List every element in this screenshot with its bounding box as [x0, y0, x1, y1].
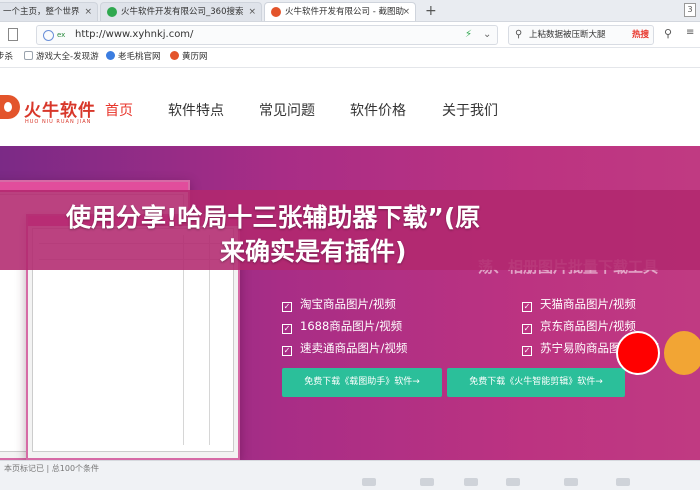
feature-label: 速卖通商品图片/视频 — [300, 341, 408, 355]
tab-close-icon[interactable]: × — [402, 3, 410, 21]
nav-faq[interactable]: 常见问题 — [259, 100, 315, 120]
site-header: 火牛软件 HUO NIU RUAN JIAN 首页 软件特点 常见问题 软件价格… — [0, 68, 700, 146]
globe-icon — [43, 30, 54, 41]
window-count-icon[interactable]: 3 — [684, 3, 696, 17]
headline-banner: 使用分享!哈局十三张辅助器下载”(原 来确实是有插件) — [0, 190, 700, 270]
nav-features[interactable]: 软件特点 — [168, 100, 224, 120]
page-icon — [8, 28, 18, 41]
search-suggestion[interactable]: 上粘数据被压断大腿 — [529, 26, 606, 44]
nav-about[interactable]: 关于我们 — [442, 100, 498, 120]
orange-circle-button[interactable] — [664, 331, 700, 375]
status-icon[interactable] — [564, 478, 578, 486]
search-favicon-icon — [107, 7, 117, 17]
logo-subtitle: HUO NIU RUAN JIAN — [25, 119, 92, 125]
tab-close-icon[interactable]: × — [84, 3, 92, 21]
feature-item: ✓ 天猫商品图片/视频 — [522, 296, 636, 312]
search-icon: ⚲ — [515, 29, 523, 40]
feature-item: ✓ 速卖通商品图片/视频 — [282, 340, 407, 356]
favorite-label: 老毛桃官网 — [118, 52, 161, 62]
logo-icon[interactable] — [0, 95, 20, 119]
site-favicon-icon — [106, 51, 115, 60]
favorite-item[interactable]: 黄历网 — [170, 48, 208, 67]
download-screenshot-helper-button[interactable]: 免费下载《载图助手》软件→ — [282, 368, 442, 397]
feature-item: ✓ 1688商品图片/视频 — [282, 318, 402, 334]
browser-tab-strip: 一个主页，整个世界 × 火牛软件开发有限公司_360搜索 × 火牛软件开发有限公… — [0, 0, 700, 22]
tab-home[interactable]: 一个主页，整个世界 × — [0, 2, 98, 21]
checkbox-icon: ✓ — [522, 324, 532, 334]
address-input[interactable]: ex http://www.xyhnkj.com/ ⚡ ⌄ — [36, 25, 498, 45]
search-input[interactable]: ⚲ 上粘数据被压断大腿 热搜 — [508, 25, 654, 45]
status-icon[interactable] — [362, 478, 376, 486]
checkbox-icon: ✓ — [282, 324, 292, 334]
status-bar: 本页标记已 | 总100个条件 — [0, 460, 700, 490]
favorite-label: 步杀 — [0, 52, 14, 62]
headline-line-1: 使用分享!哈局十三张辅助器下载”(原 — [66, 203, 481, 232]
status-icon[interactable] — [464, 478, 478, 486]
tab-search[interactable]: 火牛软件开发有限公司_360搜索 × — [100, 2, 262, 21]
status-icon[interactable] — [420, 478, 434, 486]
tab-label: 火牛软件开发有限公司 - 截图助 — [285, 7, 404, 17]
tab-close-icon[interactable]: × — [248, 3, 256, 21]
nav-pricing[interactable]: 软件价格 — [350, 100, 406, 120]
ex-badge: ex — [57, 31, 66, 39]
checkbox-icon: ✓ — [522, 302, 532, 312]
feature-item: ✓ 京东商品图片/视频 — [522, 318, 636, 334]
favorite-item[interactable]: 步杀 — [0, 48, 13, 67]
nav-home[interactable]: 首页 — [105, 100, 133, 120]
status-icon[interactable] — [506, 478, 520, 486]
feature-label: 天猫商品图片/视频 — [540, 297, 636, 311]
status-icons — [0, 475, 700, 489]
headline-line-2: 来确实是有插件) — [220, 237, 407, 266]
search-button[interactable]: ⚲ — [664, 27, 672, 40]
download-smart-editor-button[interactable]: 免费下载《火牛智能剪辑》软件→ — [447, 368, 625, 397]
favorite-item[interactable]: 游戏大全-发现游 — [24, 48, 99, 67]
feature-label: 1688商品图片/视频 — [300, 319, 403, 333]
folder-icon — [24, 51, 33, 60]
checkbox-icon: ✓ — [282, 346, 292, 356]
status-icon[interactable] — [616, 478, 630, 486]
tab-label: 一个主页，整个世界 — [3, 7, 80, 17]
address-bar-row: ex http://www.xyhnkj.com/ ⚡ ⌄ ⚲ 上粘数据被压断大… — [0, 22, 700, 48]
lightning-icon[interactable]: ⚡ — [465, 26, 472, 44]
site-favicon-icon — [271, 7, 281, 17]
url-text[interactable]: http://www.xyhnkj.com/ — [75, 26, 193, 44]
menu-icon[interactable]: ≡ — [686, 27, 700, 38]
new-tab-button[interactable]: + — [425, 2, 437, 20]
favorite-label: 游戏大全-发现游 — [36, 52, 99, 62]
favorite-label: 黄历网 — [182, 52, 208, 62]
logo-name[interactable]: 火牛软件 — [24, 96, 96, 121]
favorite-item[interactable]: 老毛桃官网 — [106, 48, 161, 67]
tab-current[interactable]: 火牛软件开发有限公司 - 截图助 × — [264, 2, 416, 21]
site-favicon-icon — [170, 51, 179, 60]
feature-label: 淘宝商品图片/视频 — [300, 297, 396, 311]
status-text: 本页标记已 | 总100个条件 — [4, 464, 100, 473]
favorites-bar: 步杀 游戏大全-发现游 老毛桃官网 黄历网 — [0, 48, 700, 68]
feature-label: 京东商品图片/视频 — [540, 319, 636, 333]
checkbox-icon: ✓ — [522, 346, 532, 356]
red-circle-button[interactable] — [616, 331, 660, 375]
feature-item: ✓ 淘宝商品图片/视频 — [282, 296, 396, 312]
checkbox-icon: ✓ — [282, 302, 292, 312]
web-page: 火牛软件 HUO NIU RUAN JIAN 首页 软件特点 常见问题 软件价格… — [0, 68, 700, 460]
tab-label: 火牛软件开发有限公司_360搜索 — [121, 7, 244, 17]
chevron-down-icon[interactable]: ⌄ — [483, 26, 491, 44]
hot-search-badge[interactable]: 热搜 — [632, 26, 649, 44]
